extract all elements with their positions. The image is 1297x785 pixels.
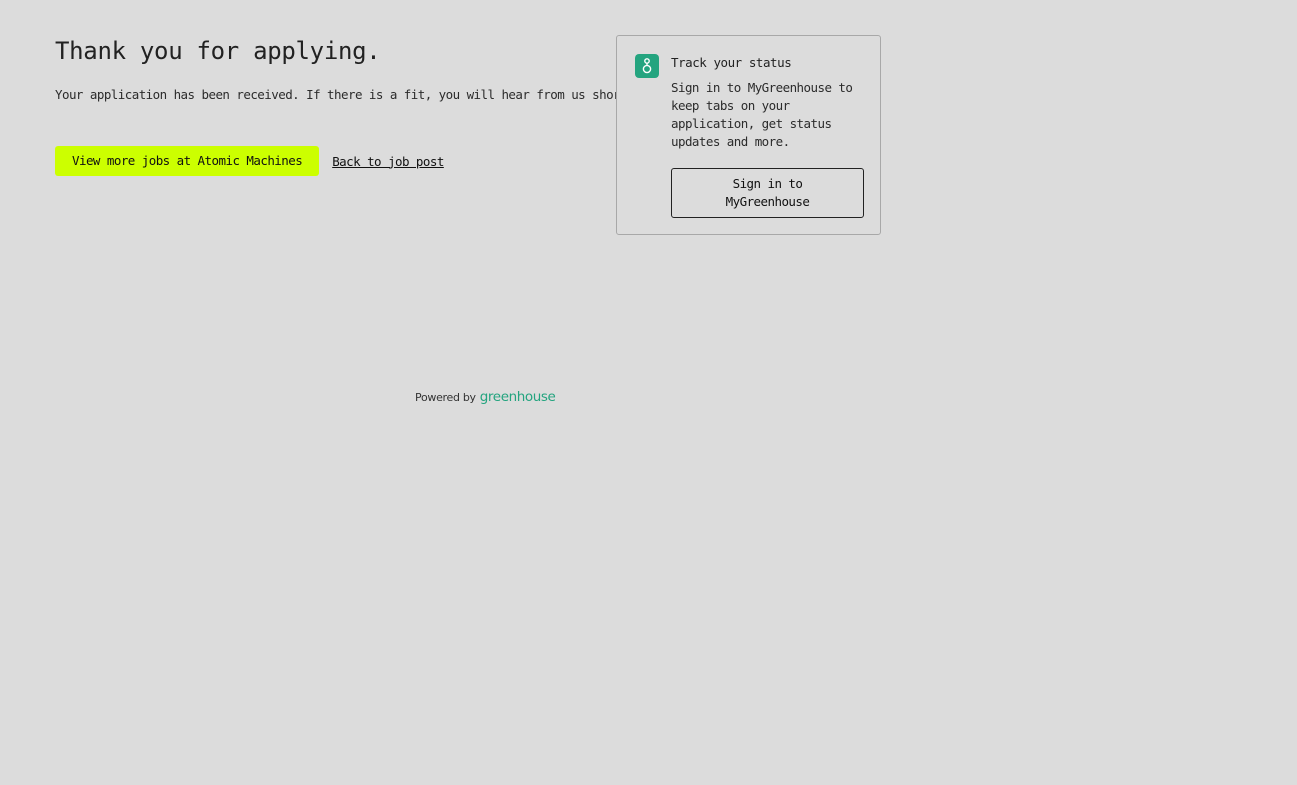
track-status-card: Track your status Sign in to MyGreenhous… bbox=[616, 35, 881, 235]
greenhouse-wordmark-link[interactable]: greenhouse bbox=[480, 389, 556, 405]
powered-by-label: Powered by bbox=[415, 391, 476, 404]
confirmation-main: Thank you for applying. Your application… bbox=[55, 36, 648, 176]
status-card-title: Track your status bbox=[671, 55, 792, 70]
confirmation-actions: View more jobs at Atomic Machines Back t… bbox=[55, 146, 444, 176]
application-confirmation-page: Thank you for applying. Your application… bbox=[0, 0, 1297, 785]
status-card-body: Track your status Sign in to MyGreenhous… bbox=[671, 55, 866, 151]
status-card-description: Sign in to MyGreenhouse to keep tabs on … bbox=[671, 80, 853, 149]
sign-in-mygreenhouse-button[interactable]: Sign in to MyGreenhouse bbox=[671, 168, 864, 218]
greenhouse-logo-icon bbox=[635, 54, 659, 78]
confirmation-message: Your application has been received. If t… bbox=[55, 87, 648, 102]
page-title: Thank you for applying. bbox=[55, 37, 381, 65]
view-more-jobs-button[interactable]: View more jobs at Atomic Machines bbox=[55, 146, 320, 176]
powered-by-footer: Powered by greenhouse bbox=[415, 389, 556, 405]
back-to-job-post-link[interactable]: Back to job post bbox=[332, 154, 444, 169]
